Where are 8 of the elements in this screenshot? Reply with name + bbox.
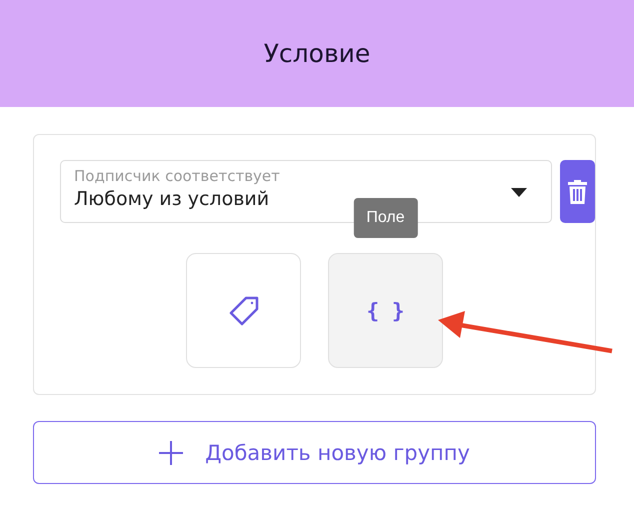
trash-icon bbox=[568, 180, 588, 204]
plus-icon bbox=[159, 440, 184, 464]
caret-icon bbox=[511, 188, 528, 197]
add-group-button[interactable]: Добавить новую группу bbox=[33, 421, 596, 484]
tag-icon bbox=[228, 296, 258, 326]
page-title: Условие bbox=[264, 39, 370, 68]
tooltip: Поле bbox=[353, 198, 418, 238]
delete-button[interactable] bbox=[560, 160, 595, 223]
